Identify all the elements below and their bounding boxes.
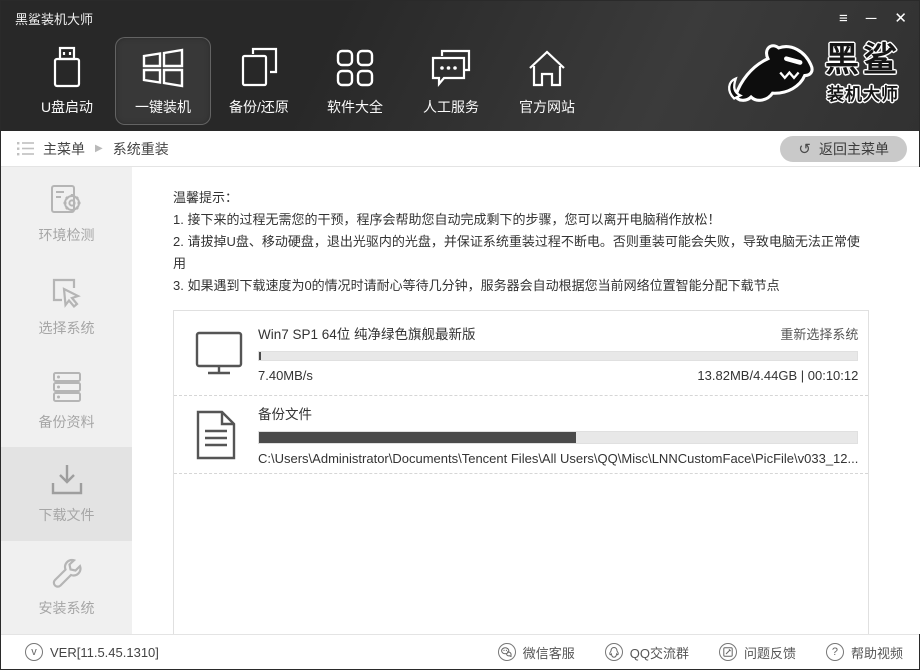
feedback-link[interactable]: 问题反馈 bbox=[719, 643, 796, 662]
main-content: 温馨提示： 1. 接下来的过程无需您的干预，程序会帮助您自动完成剩下的步骤，您可… bbox=[132, 167, 920, 634]
backup-progress-bar bbox=[258, 431, 858, 444]
breadcrumb-current: 系统重装 bbox=[113, 139, 169, 159]
app-title: 黑鲨装机大师 bbox=[15, 9, 93, 28]
wechat-service-link[interactable]: 微信客服 bbox=[498, 643, 575, 662]
nav-label: 软件大全 bbox=[327, 97, 383, 117]
minimize-icon[interactable]: ─ bbox=[866, 11, 877, 26]
feedback-icon bbox=[719, 643, 737, 661]
footer: v VER[11.5.45.1310] 微信客服 QQ交流群 问题反馈 bbox=[1, 634, 919, 669]
footer-link-label: QQ交流群 bbox=[630, 643, 689, 662]
backup-file-path: C:\Users\Administrator\Documents\Tencent… bbox=[258, 451, 858, 466]
footer-link-label: 微信客服 bbox=[523, 643, 575, 662]
app-grid-icon bbox=[335, 46, 375, 88]
nav-label: 一键装机 bbox=[135, 97, 191, 117]
cursor-select-icon bbox=[50, 276, 84, 310]
nav-label: 人工服务 bbox=[423, 97, 479, 117]
windows-icon bbox=[141, 46, 185, 88]
system-name: Win7 SP1 64位 纯净绿色旗舰最新版 bbox=[258, 323, 476, 343]
qq-icon bbox=[605, 643, 623, 661]
usb-drive-icon bbox=[48, 46, 86, 88]
step-backup-data: 备份资料 bbox=[1, 354, 132, 447]
step-install-system: 安装系统 bbox=[1, 541, 132, 634]
breadcrumb-bar: 主菜单 ▶ 系统重装 ↺ 返回主菜单 bbox=[1, 131, 919, 167]
nav-item-website[interactable]: 官方网站 bbox=[499, 37, 595, 125]
download-icon bbox=[49, 463, 85, 497]
footer-link-label: 帮助视频 bbox=[851, 643, 903, 662]
breadcrumb-arrow-icon: ▶ bbox=[95, 143, 103, 154]
version-info: v VER[11.5.45.1310] bbox=[25, 643, 159, 661]
app-window: 黑鲨装机大师 ≡ ─ ✕ U盘启动 一键装机 bbox=[0, 0, 920, 670]
nav-label: 官方网站 bbox=[519, 97, 575, 117]
header: 黑鲨装机大师 ≡ ─ ✕ U盘启动 一键装机 bbox=[1, 1, 919, 131]
nav-item-software[interactable]: 软件大全 bbox=[307, 37, 403, 125]
tips-line-1: 1. 接下来的过程无需您的干预，程序会帮助您自动完成剩下的步骤，您可以离开电脑稍… bbox=[173, 209, 869, 231]
nav-label: 备份/还原 bbox=[229, 97, 289, 117]
version-text: VER[11.5.45.1310] bbox=[50, 645, 159, 660]
nav-item-support[interactable]: 人工服务 bbox=[403, 37, 499, 125]
download-row-system: Win7 SP1 64位 纯净绿色旗舰最新版 重新选择系统 7.40MB/s 1… bbox=[174, 311, 868, 396]
shark-logo-icon bbox=[725, 37, 817, 111]
system-progress-fill bbox=[259, 352, 261, 360]
back-arrow-icon: ↺ bbox=[798, 140, 811, 158]
env-check-icon bbox=[49, 183, 85, 217]
back-button-label: 返回主菜单 bbox=[819, 139, 889, 159]
step-label: 选择系统 bbox=[39, 318, 95, 338]
reselect-system-link[interactable]: 重新选择系统 bbox=[780, 324, 858, 343]
footer-link-label: 问题反馈 bbox=[744, 643, 796, 662]
download-row-backup: 备份文件 C:\Users\Administrator\Documents\Te… bbox=[174, 396, 868, 474]
breadcrumb-root[interactable]: 主菜单 bbox=[43, 139, 85, 159]
main-nav: U盘启动 一键装机 备份/还原 软件大全 bbox=[19, 37, 595, 125]
brand-line1: 黑鲨 bbox=[825, 43, 901, 77]
steps-sidebar: 环境检测 选择系统 备份资料 下载文件 bbox=[1, 167, 132, 634]
monitor-icon bbox=[194, 329, 258, 377]
download-panel: Win7 SP1 64位 纯净绿色旗舰最新版 重新选择系统 7.40MB/s 1… bbox=[173, 310, 869, 643]
nav-item-one-key-install[interactable]: 一键装机 bbox=[115, 37, 211, 125]
brand-logo: 黑鲨 装机大师 bbox=[725, 37, 901, 111]
server-stack-icon bbox=[50, 370, 84, 404]
step-download-files: 下载文件 bbox=[1, 447, 132, 540]
tips-line-3: 3. 如果遇到下载速度为0的情况时请耐心等待几分钟，服务器会自动根据您当前网络位… bbox=[173, 275, 869, 297]
backup-name: 备份文件 bbox=[258, 403, 312, 423]
download-speed: 7.40MB/s bbox=[258, 368, 313, 383]
tips-block: 温馨提示： 1. 接下来的过程无需您的干预，程序会帮助您自动完成剩下的步骤，您可… bbox=[173, 187, 869, 297]
chat-service-icon bbox=[430, 46, 472, 88]
backup-progress-fill bbox=[259, 432, 576, 443]
nav-label: U盘启动 bbox=[41, 97, 93, 117]
tips-title: 温馨提示： bbox=[173, 187, 869, 209]
nav-item-backup-restore[interactable]: 备份/还原 bbox=[211, 37, 307, 125]
step-label: 备份资料 bbox=[39, 412, 95, 432]
close-icon[interactable]: ✕ bbox=[894, 11, 907, 26]
download-progress-text: 13.82MB/4.44GB | 00:10:12 bbox=[697, 368, 858, 383]
step-label: 下载文件 bbox=[39, 505, 95, 525]
qq-group-link[interactable]: QQ交流群 bbox=[605, 643, 689, 662]
return-main-menu-button[interactable]: ↺ 返回主菜单 bbox=[780, 136, 907, 162]
tips-line-2: 2. 请拔掉U盘、移动硬盘，退出光驱内的光盘，并保证系统重装过程不断电。否则重装… bbox=[173, 231, 869, 275]
step-select-system: 选择系统 bbox=[1, 260, 132, 353]
brand-line2: 装机大师 bbox=[825, 80, 901, 105]
version-icon: v bbox=[25, 643, 43, 661]
copy-restore-icon bbox=[239, 46, 279, 88]
wechat-icon bbox=[498, 643, 516, 661]
download-panel-empty-area bbox=[174, 474, 868, 642]
file-icon bbox=[194, 409, 258, 461]
step-env-check: 环境检测 bbox=[1, 167, 132, 260]
system-progress-bar bbox=[258, 351, 858, 361]
brand-text: 黑鲨 装机大师 bbox=[825, 43, 901, 105]
wrench-icon bbox=[50, 556, 84, 590]
home-icon bbox=[526, 46, 568, 88]
nav-item-usb-boot[interactable]: U盘启动 bbox=[19, 37, 115, 125]
menu-icon[interactable]: ≡ bbox=[839, 11, 848, 26]
list-icon bbox=[17, 141, 35, 156]
titlebar: 黑鲨装机大师 ≡ ─ ✕ bbox=[1, 1, 919, 28]
step-label: 环境检测 bbox=[39, 225, 95, 245]
help-video-link[interactable]: ? 帮助视频 bbox=[826, 643, 903, 662]
help-icon: ? bbox=[826, 643, 844, 661]
step-label: 安装系统 bbox=[39, 598, 95, 618]
